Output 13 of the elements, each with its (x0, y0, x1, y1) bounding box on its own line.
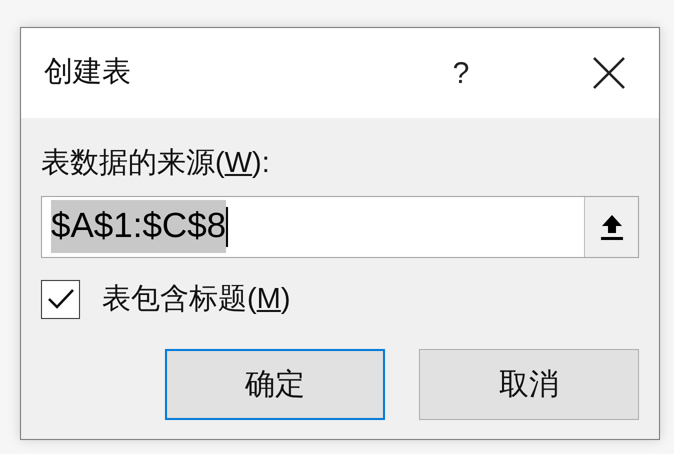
dialog-button[interactable]: 确定 (165, 349, 385, 420)
checkbox[interactable] (41, 280, 80, 319)
help-button[interactable]: ? (441, 50, 481, 96)
window-title: 创建表 (44, 55, 132, 90)
checkmark-icon (46, 288, 74, 310)
dialog-button[interactable]: 取消 (419, 349, 639, 420)
collapse-button[interactable] (584, 196, 638, 256)
close-icon (592, 56, 626, 90)
range-value: $A$1:$C$8 (51, 200, 226, 253)
source-label: 表数据的来源(W): (41, 146, 271, 181)
range-field[interactable]: $A$1:$C$8 (41, 196, 639, 258)
checkbox-label: 表包含标题(M) (102, 282, 291, 316)
upload-arrow-icon (600, 214, 624, 240)
